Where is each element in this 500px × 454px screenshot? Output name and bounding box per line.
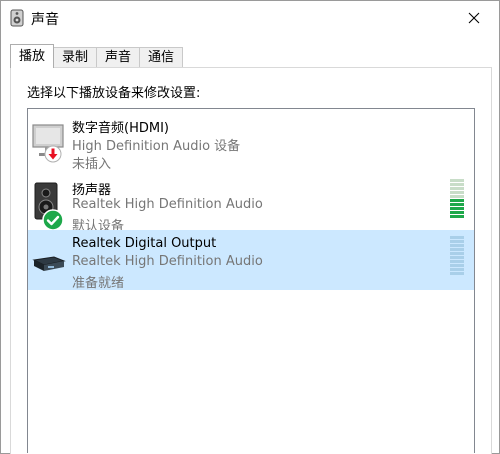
device-item-hdmi[interactable]: 数字音频(HDMI) High Definition Audio 设备 未插入	[28, 111, 474, 172]
window-title: 声音	[31, 12, 59, 28]
device-name: Realtek Digital Output	[72, 236, 217, 251]
volume-level-meter	[450, 179, 464, 221]
device-item-speakers[interactable]: 扬声器 Realtek High Definition Audio 默认设备	[28, 173, 474, 234]
close-icon	[468, 9, 480, 28]
device-name: 数字音频(HDMI)	[72, 121, 169, 136]
device-list[interactable]: 数字音频(HDMI) High Definition Audio 设备 未插入 …	[27, 108, 475, 453]
device-description: Realtek High Definition Audio	[72, 197, 263, 212]
tab-sounds[interactable]: 声音	[96, 47, 141, 68]
default-check-badge-icon	[42, 209, 64, 231]
volume-level-meter	[450, 236, 464, 278]
title-bar[interactable]: 声音	[1, 1, 499, 35]
tab-playback[interactable]: 播放	[10, 44, 55, 68]
tab-bar: 播放 录制 声音 通信	[10, 44, 184, 68]
device-name: 扬声器	[72, 183, 112, 198]
device-status: 准备就绪	[72, 276, 125, 291]
digital-output-icon	[30, 238, 70, 286]
device-item-digital-output[interactable]: Realtek Digital Output Realtek High Defi…	[28, 230, 474, 291]
device-description: High Definition Audio 设备	[72, 139, 241, 154]
tab-recording[interactable]: 录制	[53, 47, 98, 68]
speaker-app-icon	[9, 9, 27, 27]
unplugged-badge-icon	[44, 145, 62, 163]
device-description: Realtek High Definition Audio	[72, 254, 263, 269]
device-status: 未插入	[72, 157, 112, 172]
instruction-text: 选择以下播放设备来修改设置:	[27, 86, 201, 101]
close-button[interactable]	[453, 3, 495, 33]
tab-communications[interactable]: 通信	[139, 47, 184, 68]
